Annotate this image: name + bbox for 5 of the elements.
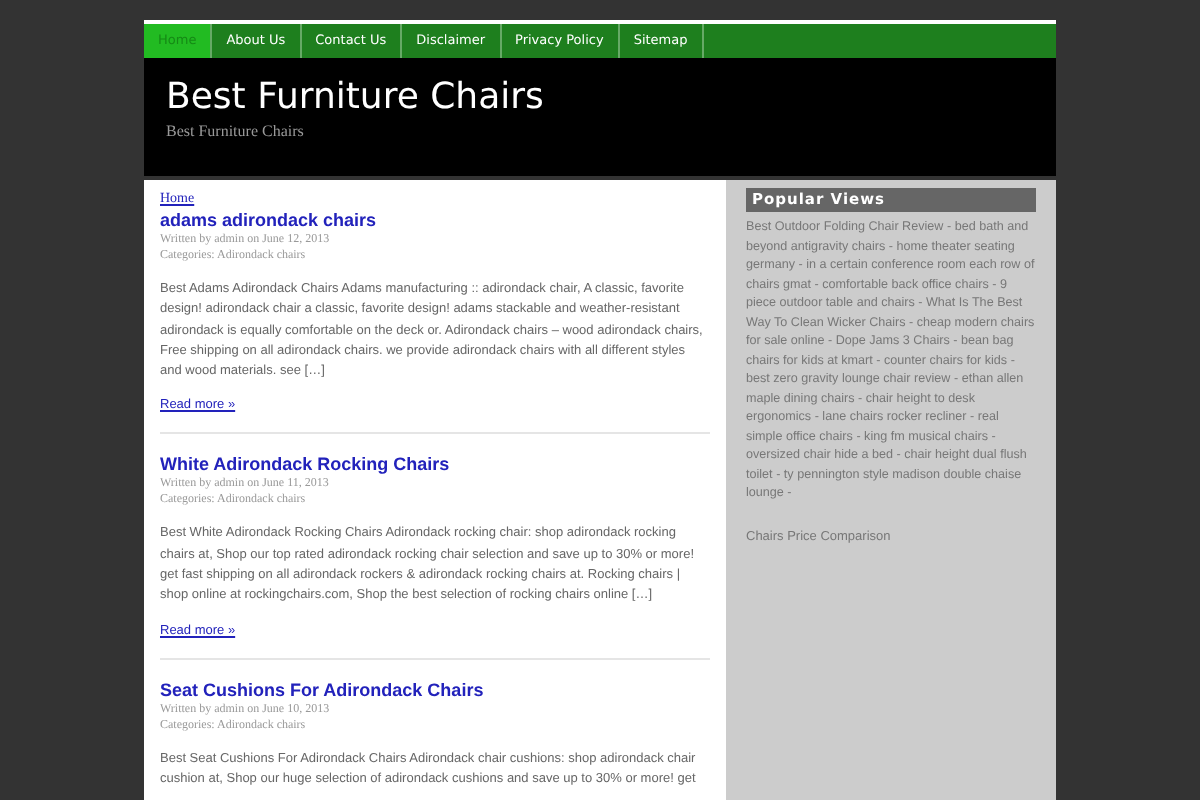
site-tagline: Best Furniture Chairs bbox=[166, 122, 304, 142]
post-title-link[interactable]: Seat Cushions For Adirondack Chairs bbox=[160, 677, 484, 702]
post-title-link[interactable]: White Adirondack Rocking Chairs bbox=[160, 452, 450, 477]
post-title-link[interactable]: adams adirondack chairs bbox=[160, 208, 377, 232]
site-title[interactable]: Best Furniture Chairs bbox=[166, 74, 544, 122]
